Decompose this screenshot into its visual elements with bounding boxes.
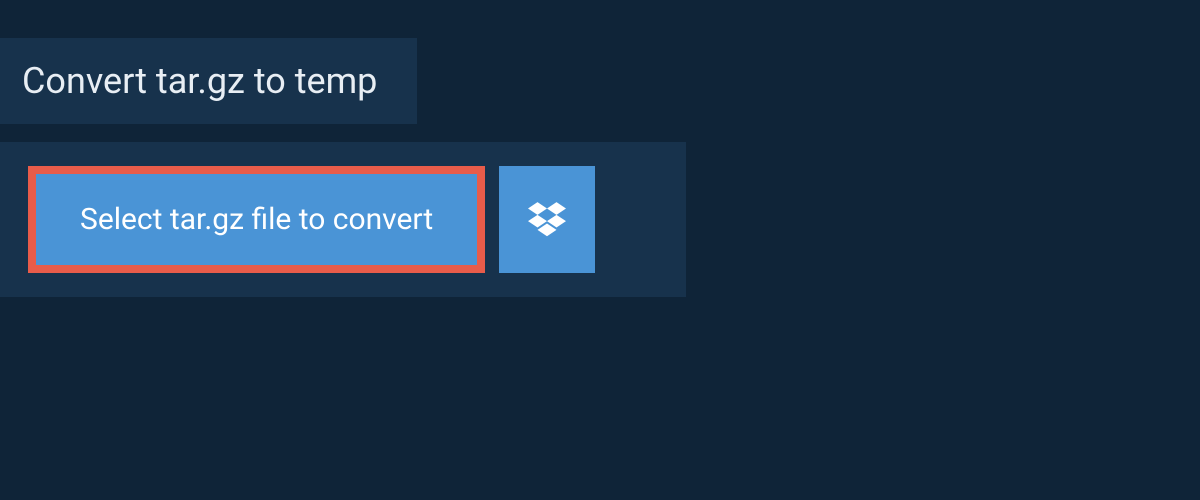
header-tab: Convert tar.gz to temp bbox=[0, 38, 417, 124]
upload-panel: Select tar.gz file to convert bbox=[0, 142, 686, 297]
page-title: Convert tar.gz to temp bbox=[22, 60, 377, 102]
dropbox-icon bbox=[528, 199, 566, 241]
select-file-button[interactable]: Select tar.gz file to convert bbox=[28, 166, 485, 273]
dropbox-button[interactable] bbox=[499, 166, 595, 273]
select-file-label: Select tar.gz file to convert bbox=[80, 202, 433, 237]
